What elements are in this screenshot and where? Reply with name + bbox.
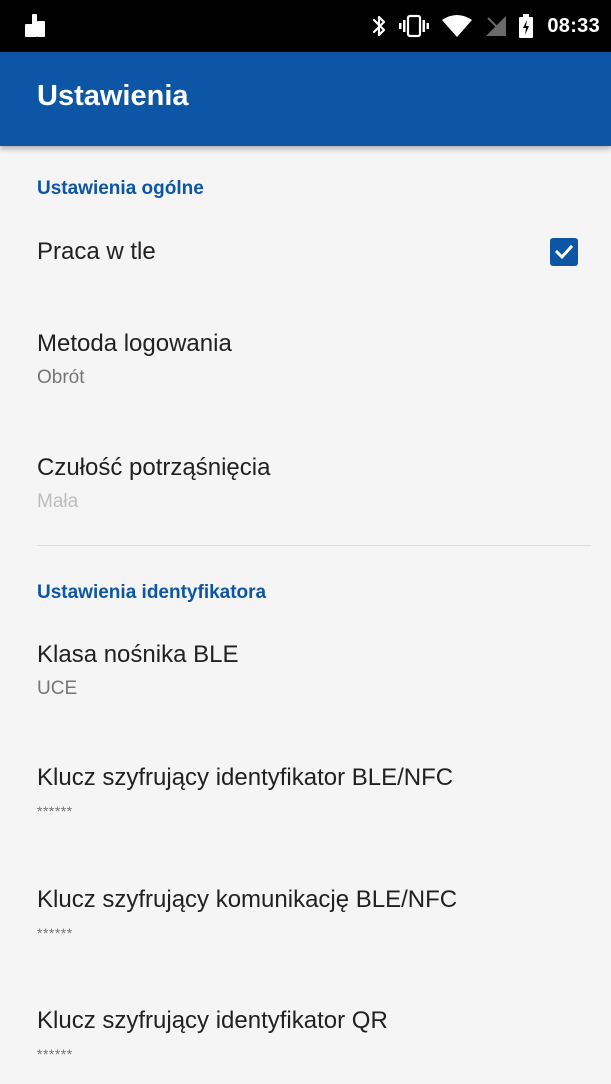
section-header-identifier: Ustawienia identyfikatora: [37, 582, 267, 603]
setting-background-work[interactable]: Praca w tle: [0, 218, 611, 290]
setting-title: Czułość potrząśnięcia: [37, 454, 271, 481]
setting-title: Klucz szyfrujący komunikację BLE/NFC: [37, 886, 458, 913]
setting-title: Praca w tle: [37, 238, 156, 265]
setting-ble-carrier-class[interactable]: Klasa nośnika BLE UCE: [0, 621, 611, 717]
bluetooth-icon: [371, 14, 387, 38]
setting-login-method[interactable]: Metoda logowania Obrót: [0, 310, 611, 406]
section-divider: [37, 545, 591, 546]
section-header-general: Ustawienia ogólne: [37, 178, 204, 199]
setting-value-masked: ******: [37, 1046, 73, 1062]
clock: 08:33: [547, 14, 600, 37]
battery-charging-icon: [519, 14, 534, 38]
setting-ble-nfc-comm-key[interactable]: Klucz szyfrujący komunikację BLE/NFC ***…: [0, 866, 611, 962]
settings-list: Ustawienia ogólne Praca w tle Metoda log…: [0, 146, 611, 1084]
setting-qr-id-key[interactable]: Klucz szyfrujący identyfikator QR ******: [0, 987, 611, 1083]
setting-shake-sensitivity[interactable]: Czułość potrząśnięcia Mała: [0, 434, 611, 530]
setting-title: Klucz szyfrujący identyfikator QR: [37, 1007, 388, 1034]
setting-value: Obrót: [37, 367, 85, 388]
vibrate-icon: [399, 14, 430, 38]
setting-title: Klasa nośnika BLE: [37, 641, 239, 668]
background-work-checkbox[interactable]: [550, 238, 578, 266]
setting-value-masked: ******: [37, 925, 73, 941]
setting-value: Mała: [37, 491, 79, 512]
status-icons: 08:33: [371, 0, 600, 52]
setting-title: Klucz szyfrujący identyfikator BLE/NFC: [37, 764, 454, 791]
app-notification-icon: [24, 13, 46, 38]
no-sim-icon: [485, 14, 507, 38]
checkmark-icon: [554, 244, 574, 260]
wifi-icon: [441, 14, 473, 38]
setting-ble-nfc-id-key[interactable]: Klucz szyfrujący identyfikator BLE/NFC *…: [0, 744, 611, 840]
setting-value: UCE: [37, 678, 78, 699]
setting-value-masked: ******: [37, 803, 73, 819]
setting-title: Metoda logowania: [37, 330, 232, 357]
page-title: Ustawienia: [37, 80, 189, 112]
app-bar: Ustawienia: [0, 52, 611, 146]
status-bar: 08:33: [0, 0, 611, 52]
